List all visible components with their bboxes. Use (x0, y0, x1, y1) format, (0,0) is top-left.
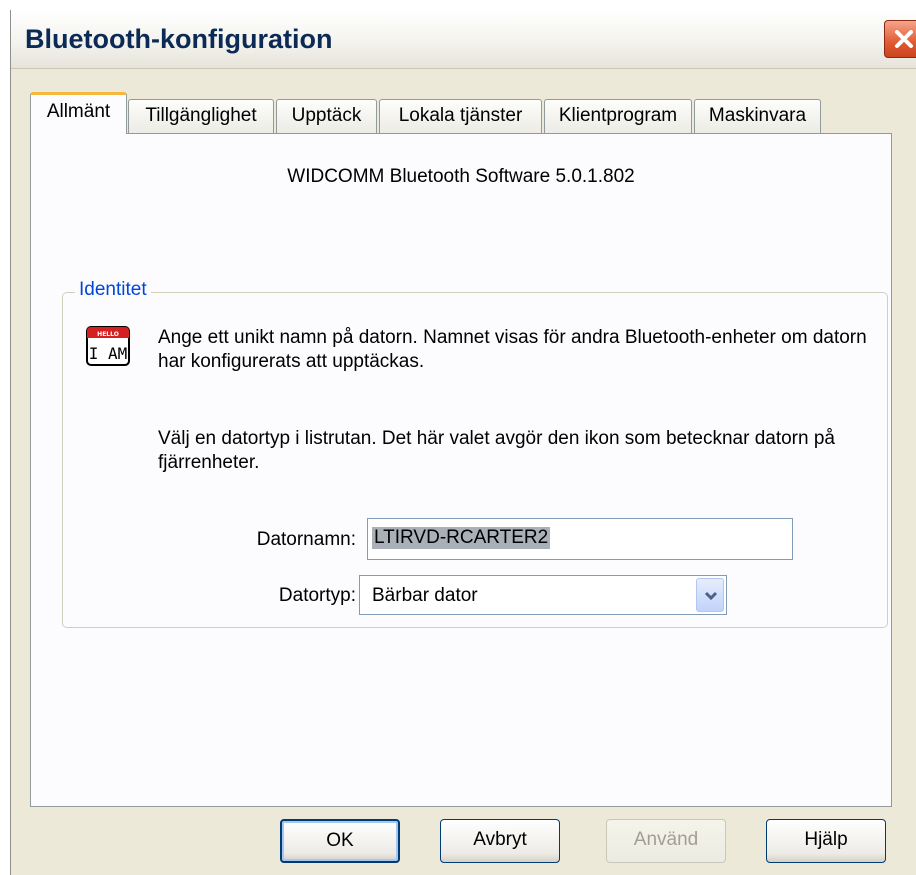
help-button[interactable]: Hjälp (766, 819, 886, 863)
computer-type-select[interactable]: Bärbar dator (359, 575, 727, 615)
cancel-button[interactable]: Avbryt (440, 819, 560, 863)
svg-text:HELLO: HELLO (97, 331, 119, 338)
identity-description: Ange ett unikt namn på datorn. Namnet vi… (158, 327, 867, 372)
computer-name-value: LTIRVD-RCARTER2 (372, 527, 551, 549)
identity-legend: Identitet (75, 279, 151, 301)
computer-type-label: Datortyp: (278, 585, 356, 606)
tab-discovery[interactable]: Upptäck (276, 99, 377, 133)
computer-type-description: Välj en datortyp i listrutan. Det här va… (158, 428, 835, 473)
software-version: WIDCOMM Bluetooth Software 5.0.1.802 (287, 166, 635, 187)
close-button[interactable] (884, 20, 916, 58)
identity-groupbox: Identitet HELLO I AM Ange ett unikt namn… (62, 279, 888, 628)
chevron-down-icon (704, 591, 718, 601)
window-title: Bluetooth-konfiguration (25, 24, 333, 54)
tab-general[interactable]: Allmänt (30, 92, 127, 134)
computer-type-dropdown-button[interactable] (696, 578, 724, 612)
hello-i-am-icon: HELLO I AM (86, 326, 130, 366)
tab-local-services[interactable]: Lokala tjänster (379, 99, 542, 133)
close-icon (895, 30, 913, 48)
tab-hardware[interactable]: Maskinvara (694, 99, 821, 133)
computer-name-field[interactable]: LTIRVD-RCARTER2 (367, 518, 793, 560)
computer-type-value: Bärbar dator (372, 585, 478, 606)
svg-text:I AM: I AM (89, 344, 128, 363)
computer-name-label: Datornamn: (256, 529, 356, 550)
ok-button[interactable]: OK (280, 819, 400, 863)
dialog-window: Bluetooth-konfiguration Allmänt Tillgäng… (10, 10, 916, 875)
general-tab-panel: WIDCOMM Bluetooth Software 5.0.1.802 Ide… (30, 133, 892, 807)
apply-button[interactable]: Använd (606, 819, 726, 863)
tab-client-applications[interactable]: Klientprogram (544, 99, 692, 133)
tab-accessibility[interactable]: Tillgänglighet (128, 99, 274, 133)
title-bar[interactable]: Bluetooth-konfiguration (11, 10, 916, 69)
